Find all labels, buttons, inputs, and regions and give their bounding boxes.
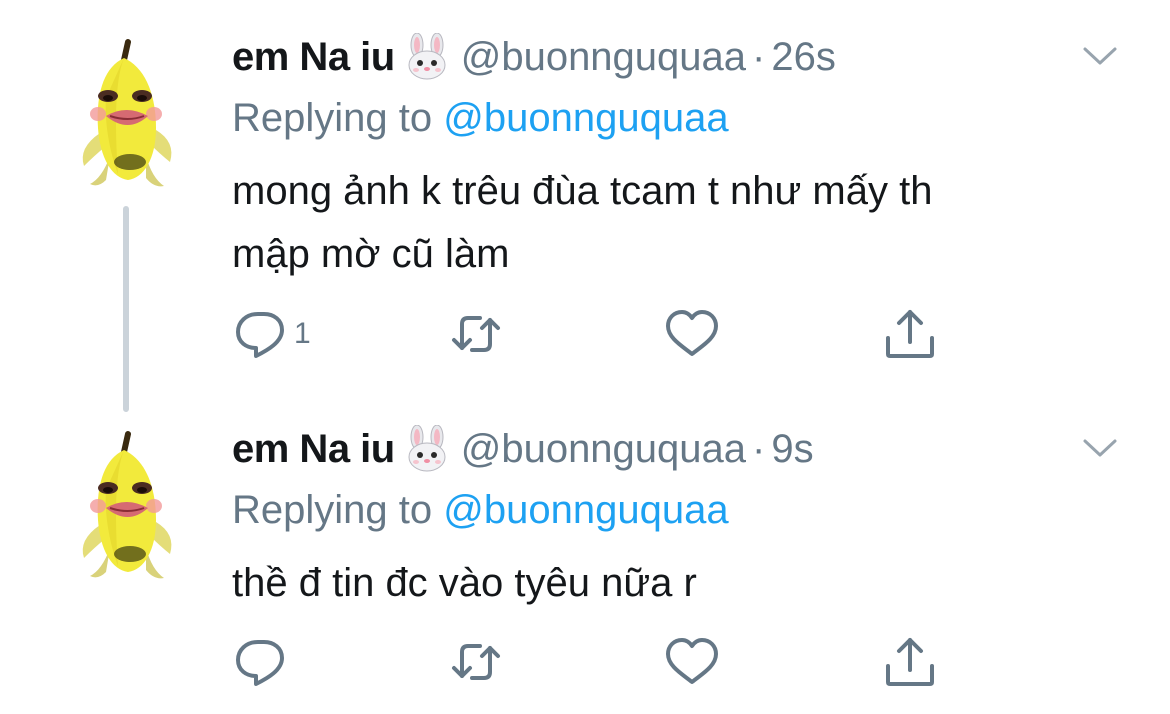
reply-button[interactable]: [234, 634, 294, 690]
reply-button[interactable]: 1: [234, 306, 311, 362]
action-bar: [232, 634, 992, 690]
share-button[interactable]: [882, 634, 938, 690]
display-name[interactable]: em Na iu: [232, 35, 395, 80]
tweet-text: mong ảnh k trêu đùa tcam t như mấy th mậ…: [232, 160, 1112, 286]
tweet-header: em Na iu @buonnguquaa · 26s: [232, 32, 836, 82]
share-icon: [882, 306, 938, 362]
like-button[interactable]: [664, 634, 720, 690]
share-icon: [882, 634, 938, 690]
share-button[interactable]: [882, 306, 938, 362]
user-handle[interactable]: @buonnguquaa: [461, 35, 746, 80]
replying-handle-link[interactable]: @buonnguquaa: [443, 96, 728, 140]
like-button[interactable]: [664, 306, 720, 362]
tweet-header: em Na iu @buonnguquaa · 9s: [232, 424, 814, 474]
avatar[interactable]: [72, 38, 182, 198]
replying-label: Replying to: [232, 488, 433, 532]
replying-to: Replying to @buonnguquaa: [232, 488, 729, 533]
chevron-down-icon[interactable]: [1082, 44, 1118, 68]
reply-count: 1: [294, 317, 311, 350]
rabbit-face-icon: [403, 425, 451, 473]
reply-icon: [234, 306, 290, 362]
timestamp[interactable]: 9s: [771, 427, 813, 472]
retweet-button[interactable]: [448, 634, 504, 690]
action-bar: 1: [232, 306, 992, 362]
tweet-text: thề đ tin đc vào tyêu nữa r: [232, 552, 1112, 615]
tweet-text-line: mong ảnh k trêu đùa tcam t như mấy th: [232, 169, 933, 213]
tweet-text-line: mập mờ cũ làm: [232, 232, 510, 276]
replying-handle-link[interactable]: @buonnguquaa: [443, 488, 728, 532]
replying-label: Replying to: [232, 96, 433, 140]
replying-to: Replying to @buonnguquaa: [232, 96, 729, 141]
timestamp[interactable]: 26s: [771, 35, 836, 80]
heart-icon: [664, 634, 720, 690]
separator: ·: [752, 426, 766, 471]
user-handle[interactable]: @buonnguquaa: [461, 427, 746, 472]
chevron-down-icon[interactable]: [1082, 436, 1118, 460]
separator: ·: [752, 34, 766, 79]
avatar[interactable]: [72, 430, 182, 590]
thread-connector: [123, 206, 129, 412]
reply-icon: [234, 634, 290, 690]
retweet-icon: [448, 634, 504, 690]
tweet-text-line: thề đ tin đc vào tyêu nữa r: [232, 561, 697, 605]
rabbit-face-icon: [403, 33, 451, 81]
display-name[interactable]: em Na iu: [232, 427, 395, 472]
retweet-icon: [448, 306, 504, 362]
retweet-button[interactable]: [448, 306, 504, 362]
heart-icon: [664, 306, 720, 362]
